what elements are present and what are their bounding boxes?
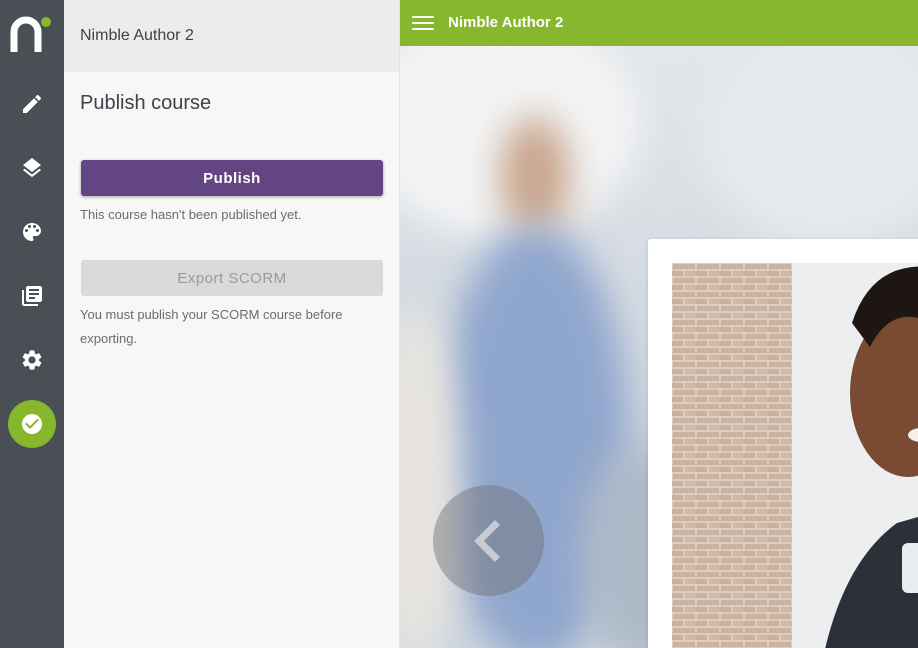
rail-library-button[interactable] (8, 272, 56, 320)
layers-icon (23, 158, 41, 178)
chevron-left-icon (473, 519, 500, 562)
rail-publish-button[interactable] (8, 400, 56, 448)
course-preview: Nimble Author 2 (400, 0, 918, 648)
previous-slide-button[interactable] (433, 485, 544, 596)
publish-status-text: This course hasn't been published yet. (80, 207, 302, 222)
panel-header: Nimble Author 2 (64, 0, 399, 72)
preview-title: Nimble Author 2 (448, 14, 564, 31)
icon-rail (0, 0, 64, 648)
export-scorm-button: Export SCORM (81, 260, 383, 296)
content-card (648, 239, 918, 648)
publish-panel: Nimble Author 2 Publish course Publish T… (64, 0, 400, 648)
app-logo-icon[interactable] (10, 14, 54, 58)
preview-topbar: Nimble Author 2 (400, 0, 918, 46)
page-title: Publish course (80, 92, 212, 114)
check-circle-icon (22, 414, 42, 434)
rail-edit-button[interactable] (8, 80, 56, 128)
person-photo-icon (672, 263, 918, 648)
course-photo (672, 263, 918, 648)
panel-header-title: Nimble Author 2 (80, 27, 194, 44)
hamburger-menu-icon[interactable] (412, 13, 434, 33)
library-icon (22, 286, 42, 306)
pencil-icon (23, 94, 42, 113)
publish-button[interactable]: Publish (81, 160, 383, 196)
rail-theme-button[interactable] (8, 208, 56, 256)
gear-icon (22, 350, 42, 370)
export-note-text: You must publish your SCORM course befor… (80, 307, 343, 346)
palette-icon (23, 223, 41, 241)
rail-layers-button[interactable] (8, 144, 56, 192)
rail-settings-button[interactable] (8, 336, 56, 384)
